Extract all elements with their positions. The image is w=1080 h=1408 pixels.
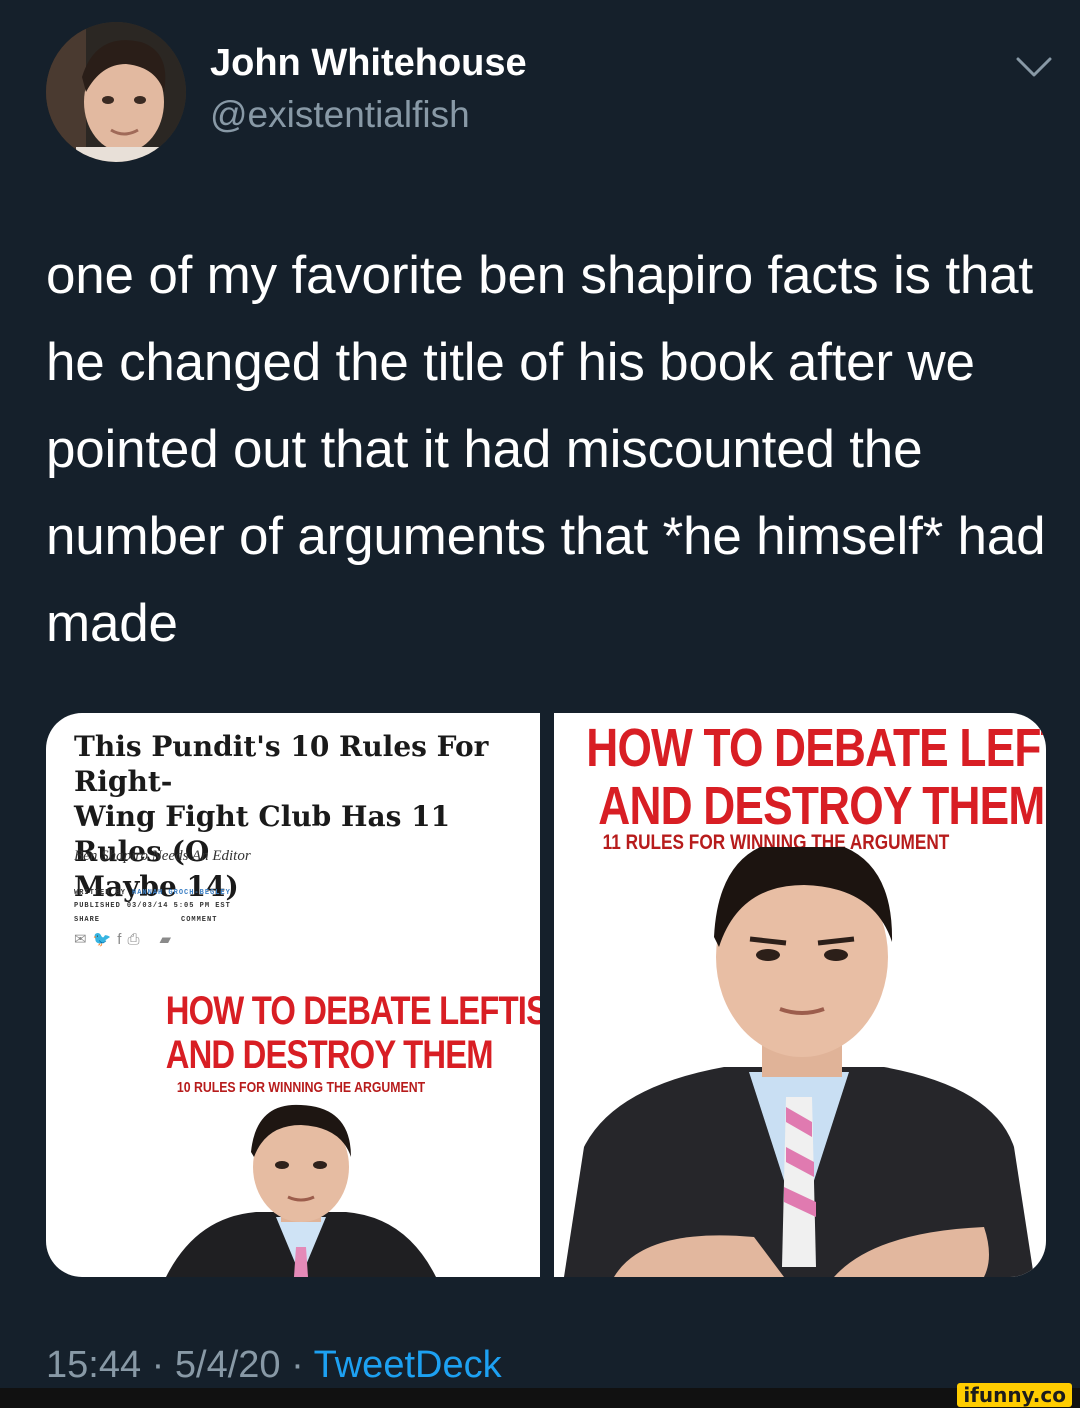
cover-title-line1: HOW TO DEBATE LEFTISTS xyxy=(586,718,1046,778)
tweet-source-link[interactable]: TweetDeck xyxy=(314,1344,502,1386)
share-icons: ✉🐦f⎙ ▰ xyxy=(74,930,177,948)
comment-label: COMMENT xyxy=(181,916,218,924)
cover-portrait-small xyxy=(166,1104,436,1277)
cover-subtitle: 10 RULES FOR WINNING THE ARGUMENT xyxy=(176,1079,426,1096)
tweet-date[interactable]: 5/4/20 xyxy=(175,1344,281,1386)
avatar[interactable] xyxy=(46,22,186,162)
published-value: 03/03/14 5:05 PM EST xyxy=(126,902,231,910)
published-label: PUBLISHED xyxy=(74,902,121,910)
media-image-article[interactable]: This Pundit's 10 Rules For Right- Wing F… xyxy=(46,713,540,1277)
cover-portrait-large xyxy=(564,847,1034,1277)
author-name[interactable]: John Whitehouse xyxy=(210,42,527,85)
written-by-label: WRITTEN BY xyxy=(74,889,127,897)
media-image-book-cover[interactable]: HOW TO DEBATE LEFTISTS AND DESTROY THEM … xyxy=(554,713,1046,1277)
byline-row: WRITTEN BY HANNAH GROCH-BEGLEY xyxy=(74,889,231,897)
tweet-media[interactable]: This Pundit's 10 Rules For Right- Wing F… xyxy=(46,713,1046,1277)
print-icon: ⎙ xyxy=(127,931,146,948)
share-label: SHARE xyxy=(74,916,101,924)
facebook-icon: f xyxy=(117,931,128,948)
mail-icon: ✉ xyxy=(74,931,93,948)
tweet-timestamp: 15:44 · 5/4/20 · TweetDeck xyxy=(46,1344,502,1387)
tweet-card: John Whitehouse @existentialfish one of … xyxy=(0,0,1080,1408)
twitter-icon: 🐦 xyxy=(92,931,118,948)
tweet-text: one of my favorite ben shapiro facts is … xyxy=(46,246,1046,653)
written-by-value: HANNAH GROCH-BEGLEY xyxy=(132,889,231,897)
separator: · xyxy=(291,1344,304,1386)
author-handle[interactable]: @existentialfish xyxy=(210,94,470,136)
cover-title-line1: HOW TO DEBATE LEFTISTS xyxy=(165,989,540,1033)
avatar-photo xyxy=(46,22,186,162)
separator: · xyxy=(151,1344,165,1386)
cover-title-line2: AND DESTROY THEM xyxy=(165,1033,494,1077)
published-row: PUBLISHED 03/03/14 5:05 PM EST xyxy=(74,902,231,910)
cover-title-line2: AND DESTROY THEM xyxy=(598,776,1045,836)
chevron-down-icon[interactable] xyxy=(1014,54,1054,80)
comment-icon: ▰ xyxy=(159,931,177,948)
ifunny-watermark: ifunny.co xyxy=(957,1383,1072,1407)
footer-bar xyxy=(0,1388,1080,1408)
book-cover-small: HOW TO DEBATE LEFTISTS AND DESTROY THEM … xyxy=(136,981,540,1277)
article-dek: Ben Shapiro Needs An Editor xyxy=(74,848,251,864)
share-label-row: SHARE COMMENT xyxy=(74,916,216,924)
article-headline: This Pundit's 10 Rules For Right- Wing F… xyxy=(74,730,489,903)
tweet-time[interactable]: 15:44 xyxy=(46,1344,141,1386)
